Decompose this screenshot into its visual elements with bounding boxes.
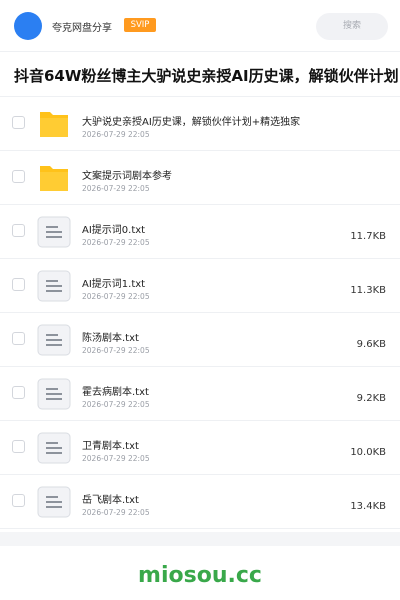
file-name: 霍去病剧本.txt (82, 387, 149, 398)
file-name: 卫青剧本.txt (82, 441, 139, 452)
file-date: 2026-07-29 22:05 (82, 184, 150, 193)
text-file-icon (37, 378, 71, 410)
file-date: 2026-07-29 22:05 (82, 130, 150, 139)
file-row[interactable]: 卫青剧本.txt 2026-07-29 22:05 10.0KB (0, 421, 400, 475)
row-checkbox[interactable] (12, 494, 25, 507)
file-size: 11.3KB (350, 285, 386, 296)
folder-icon (40, 112, 68, 137)
text-file-icon (37, 270, 71, 302)
file-size: 9.2KB (356, 393, 386, 404)
row-checkbox[interactable] (12, 440, 25, 453)
row-checkbox[interactable] (12, 332, 25, 345)
row-checkbox[interactable] (12, 116, 25, 129)
title-bar: 抖音64W粉丝博主大驴说史亲授AI历史课，解锁伙伴计划+精选独家 (0, 53, 400, 97)
file-name: 陈汤剧本.txt (82, 333, 139, 344)
avatar[interactable] (14, 12, 42, 40)
file-name: AI提示词1.txt (82, 279, 146, 290)
text-file-icon (37, 432, 71, 464)
file-size: 9.6KB (356, 339, 386, 350)
file-row[interactable]: 岳飞剧本.txt 2026-07-29 22:05 13.4KB (0, 475, 400, 529)
row-checkbox[interactable] (12, 386, 25, 399)
file-date: 2026-07-29 22:05 (82, 508, 150, 517)
file-date: 2026-07-29 22:05 (82, 292, 150, 301)
file-size: 13.4KB (350, 501, 386, 512)
file-name: AI提示词0.txt (82, 225, 146, 236)
row-checkbox[interactable] (12, 278, 25, 291)
file-row[interactable]: 陈汤剧本.txt 2026-07-29 22:05 9.6KB (0, 313, 400, 367)
file-date: 2026-07-29 22:05 (82, 346, 150, 355)
file-row[interactable]: AI提示词1.txt 2026-07-29 22:05 11.3KB (0, 259, 400, 313)
text-file-icon (37, 216, 71, 248)
file-name: 大驴说史亲授AI历史课，解锁伙伴计划+精选独家 (82, 117, 301, 128)
footer-divider (0, 532, 400, 546)
text-file-icon (37, 324, 71, 356)
file-date: 2026-07-29 22:05 (82, 454, 150, 463)
file-row[interactable]: 文案提示词剧本参考 2026-07-29 22:05 (0, 151, 400, 205)
file-date: 2026-07-29 22:05 (82, 400, 150, 409)
file-name: 岳飞剧本.txt (82, 495, 139, 506)
username: 夸克网盘分享 (52, 23, 112, 34)
file-size: 10.0KB (350, 447, 386, 458)
file-date: 2026-07-29 22:05 (82, 238, 150, 247)
file-row[interactable]: AI提示词0.txt 2026-07-29 22:05 11.7KB (0, 205, 400, 259)
svip-badge: SVIP (124, 18, 156, 32)
file-row[interactable]: 霍去病剧本.txt 2026-07-29 22:05 9.2KB (0, 367, 400, 421)
watermark: miosou.cc (138, 563, 262, 588)
page-title: 抖音64W粉丝博主大驴说史亲授AI历史课，解锁伙伴计划+精选独家 (14, 67, 400, 85)
row-checkbox[interactable] (12, 224, 25, 237)
file-row[interactable]: 大驴说史亲授AI历史课，解锁伙伴计划+精选独家 2026-07-29 22:05 (0, 97, 400, 151)
top-bar: 夸克网盘分享 SVIP 搜索 (0, 0, 400, 52)
folder-icon (40, 166, 68, 191)
row-checkbox[interactable] (12, 170, 25, 183)
text-file-icon (37, 486, 71, 518)
search-button[interactable]: 搜索 (316, 13, 388, 40)
file-name: 文案提示词剧本参考 (82, 171, 172, 182)
file-size: 11.7KB (350, 231, 386, 242)
